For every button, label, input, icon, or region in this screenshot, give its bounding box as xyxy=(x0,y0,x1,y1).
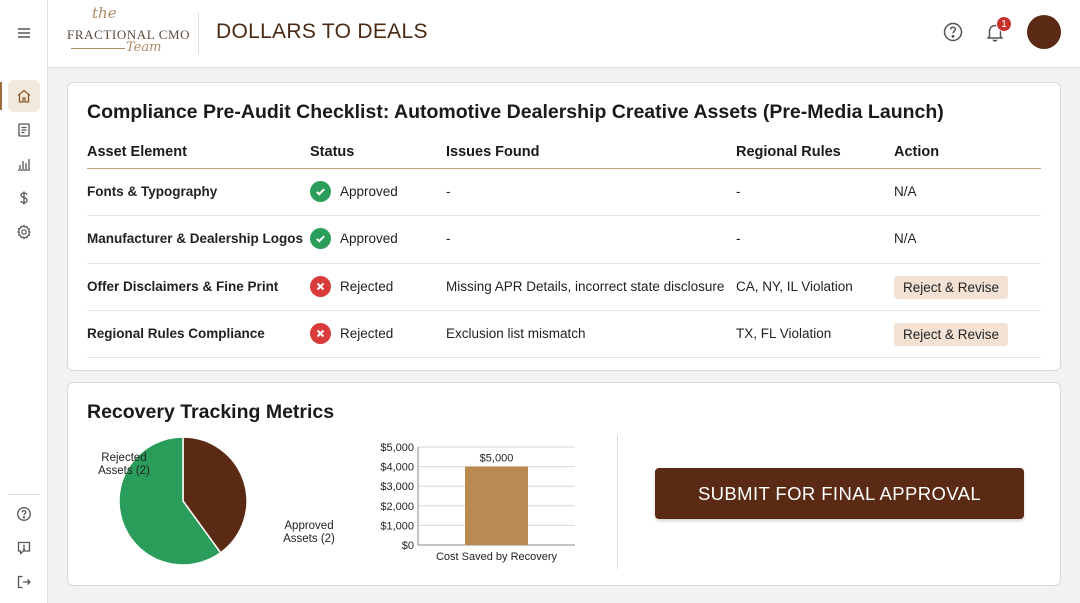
logout-icon[interactable] xyxy=(8,566,40,598)
column-header-asset: Asset Element xyxy=(87,144,187,160)
submit-final-approval-button[interactable]: SUBMIT FOR FINAL APPROVAL xyxy=(655,468,1024,519)
regional-rules-cell: TX, FL Violation xyxy=(736,325,832,341)
column-header-status: Status xyxy=(310,144,355,160)
action-cell: N/A xyxy=(894,231,917,247)
y-tick-label: $0 xyxy=(402,540,414,552)
compliance-table: Asset Element Status Issues Found Region… xyxy=(87,138,1041,359)
logo-team: Team xyxy=(126,40,162,55)
check-circle-icon xyxy=(310,181,331,202)
company-logo[interactable]: the FRACTIONAL CMO Team xyxy=(66,4,190,64)
metrics-title: Recovery Tracking Metrics xyxy=(87,401,335,423)
help-icon[interactable] xyxy=(8,498,40,530)
menu-icon[interactable] xyxy=(8,17,40,49)
compliance-checklist-card: Compliance Pre-Audit Checklist: Automoti… xyxy=(67,82,1061,371)
status-cell: Rejected xyxy=(310,275,394,297)
help-button[interactable] xyxy=(942,21,964,43)
status-cell: Approved xyxy=(310,181,398,202)
action-cell: N/A xyxy=(894,184,917,199)
bar-cost-saved xyxy=(465,466,528,545)
regional-rules-cell: - xyxy=(736,184,741,199)
question-circle-icon xyxy=(943,22,963,42)
feedback-icon[interactable] xyxy=(8,532,40,564)
table-row: Fonts & Typography Approved - - N/A xyxy=(87,169,1041,217)
logo-the: the xyxy=(92,4,117,22)
regional-rules-cell: CA, NY, IL Violation xyxy=(736,278,853,294)
cost-saved-bar-chart: $0 $1,000 $2,000 $3,000 $4,000 $5,000 $5,000 Co… xyxy=(353,438,593,573)
asset-element-cell: Regional Rules Compliance xyxy=(87,325,265,341)
status-label: Approved xyxy=(340,184,398,199)
asset-element-cell: Fonts & Typography xyxy=(87,184,218,199)
regional-rules-cell: - xyxy=(736,231,741,247)
checklist-title: Compliance Pre-Audit Checklist: Automoti… xyxy=(87,101,944,123)
logo-rule xyxy=(71,48,125,49)
status-label: Rejected xyxy=(340,325,394,341)
y-tick-label: $5,000 xyxy=(380,442,414,454)
assets-pie-chart: Rejected Assets (2) Approved Assets (2) xyxy=(93,431,343,571)
status-label: Approved xyxy=(340,231,398,247)
asset-element-cell: Offer Disclaimers & Fine Print xyxy=(87,278,279,294)
asset-element-cell: Manufacturer & Dealership Logos xyxy=(87,231,304,247)
sidebar-divider xyxy=(8,494,40,495)
reject-revise-button[interactable]: Reject & Revise xyxy=(894,322,1009,346)
bar-data-label: $5,000 xyxy=(480,453,514,465)
top-header: the FRACTIONAL CMO Team DOLLARS TO DEALS… xyxy=(48,0,1080,68)
document-icon[interactable] xyxy=(8,114,40,146)
issues-cell: - xyxy=(446,184,451,199)
table-row: Regional Rules Compliance Rejected Exclusi… xyxy=(87,311,1041,359)
metrics-divider xyxy=(617,435,618,569)
issues-cell: Exclusion list mismatch xyxy=(446,325,586,341)
pie-label-rejected: Rejected Assets (2) xyxy=(98,452,150,477)
recovery-metrics-card: Recovery Tracking Metrics Rejected Asset… xyxy=(67,382,1061,586)
x-category-label: Cost Saved by Recovery xyxy=(436,551,558,563)
x-circle-icon xyxy=(310,275,331,297)
bar-chart-icon[interactable] xyxy=(8,148,40,180)
y-tick-label: $2,000 xyxy=(380,501,414,513)
x-circle-icon xyxy=(310,322,331,344)
status-label: Rejected xyxy=(340,278,394,294)
status-cell: Approved xyxy=(310,228,398,250)
issues-cell: - xyxy=(446,231,451,247)
status-cell: Rejected xyxy=(310,322,394,344)
header-divider xyxy=(198,12,199,54)
user-avatar[interactable] xyxy=(1027,15,1061,49)
app-title: DOLLARS TO DEALS xyxy=(216,20,428,43)
bar-svg: $0 $1,000 $2,000 $3,000 $4,000 $5,000 $5,000 Co… xyxy=(380,442,575,563)
dollar-icon[interactable] xyxy=(8,182,40,214)
y-tick-label: $1,000 xyxy=(380,520,414,532)
notification-badge: 1 xyxy=(996,16,1012,32)
column-header-rules: Regional Rules xyxy=(736,144,841,160)
table-body: Fonts & Typography Approved - - N/A Manufactu… xyxy=(87,169,1041,359)
gear-icon[interactable] xyxy=(8,216,40,248)
y-tick-label: $3,000 xyxy=(380,481,414,493)
column-header-action: Action xyxy=(894,144,940,160)
reject-revise-button[interactable]: Reject & Revise xyxy=(894,275,1009,299)
issues-cell: Missing APR Details, incorrect state dis… xyxy=(446,278,725,294)
y-tick-label: $4,000 xyxy=(380,462,414,474)
table-header: Asset Element Status Issues Found Region… xyxy=(87,138,1041,169)
sidebar xyxy=(0,0,48,603)
table-row: Manufacturer & Dealership Logos Approved -… xyxy=(87,216,1041,264)
column-header-issues: Issues Found xyxy=(446,144,540,160)
check-circle-icon xyxy=(310,228,331,250)
active-indicator xyxy=(0,82,2,110)
table-row: Offer Disclaimers & Fine Print Rejected Mi… xyxy=(87,264,1041,311)
home-icon[interactable] xyxy=(8,80,40,112)
pie-label-approved: Approved Assets (2) xyxy=(283,520,335,545)
